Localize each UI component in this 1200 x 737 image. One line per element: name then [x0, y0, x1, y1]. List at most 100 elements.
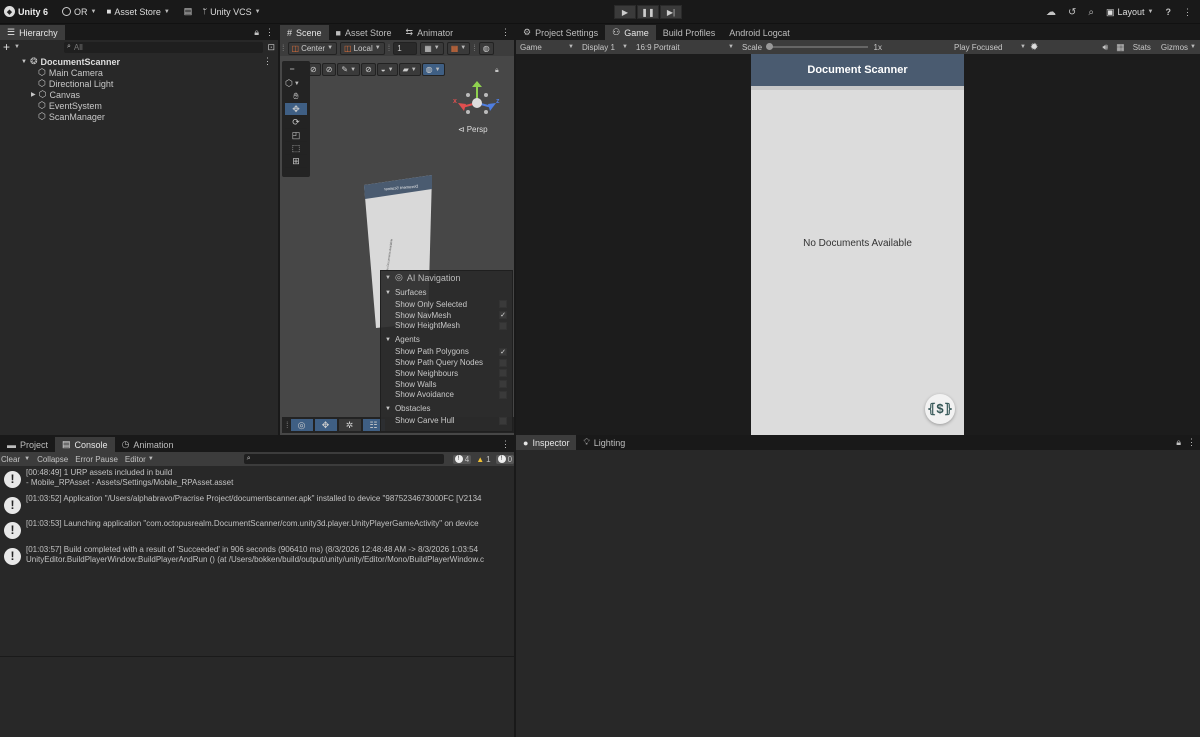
- scale-tool-button[interactable]: ◰: [285, 129, 307, 142]
- nav-option-row[interactable]: Show Walls: [381, 379, 512, 390]
- scan-fab-button[interactable]: ⦃$⦄: [925, 394, 955, 424]
- nav-option-row[interactable]: Show HeightMesh: [381, 321, 512, 332]
- history-icon[interactable]: ↺: [1068, 7, 1076, 18]
- nav-section-header[interactable]: ▼ Surfaces: [381, 286, 512, 299]
- camera-dropdown[interactable]: ▰ ▼: [398, 63, 421, 76]
- effects-dropdown[interactable]: ✎ ▼: [337, 63, 361, 76]
- account-dropdown[interactable]: OR ▼: [57, 0, 101, 24]
- tab-build-profiles[interactable]: Build Profiles: [656, 25, 723, 40]
- collapse-icon[interactable]: ▼: [385, 275, 391, 281]
- scale-slider[interactable]: [766, 43, 868, 50]
- vcs-dropdown[interactable]: ᛘ Unity VCS ▼: [197, 0, 265, 24]
- pivot-dropdown[interactable]: ◫ Center ▼: [287, 41, 338, 55]
- nav-option-checkbox[interactable]: [499, 369, 507, 378]
- nav-option-checkbox[interactable]: [499, 300, 507, 309]
- view-mode-toggle[interactable]: ⬡ ▼: [285, 77, 307, 90]
- layout-dropdown[interactable]: ▣ Layout ▼: [1106, 0, 1154, 24]
- hierarchy-item[interactable]: ⬡ EventSystem: [0, 100, 278, 111]
- orientation-button[interactable]: ◍: [478, 41, 494, 55]
- transform-tool-button[interactable]: ⊞: [285, 155, 307, 168]
- tab-console[interactable]: ▤ Console: [55, 437, 115, 452]
- tab-scene[interactable]: # Scene: [280, 25, 329, 40]
- nav-option-checkbox[interactable]: [499, 416, 507, 425]
- clear-dropdown[interactable]: Clear ▼: [1, 455, 30, 464]
- display-dropdown[interactable]: Display 1 ▼: [578, 41, 632, 54]
- more-icon[interactable]: ⋮: [263, 56, 272, 67]
- log-entry[interactable]: ! [00:48:49] 1 URP assets included in bu…: [0, 468, 514, 494]
- grid-snap-dropdown[interactable]: ▦ ▼: [420, 41, 444, 55]
- more-icon[interactable]: ⋮: [501, 439, 510, 450]
- chevron-down-icon[interactable]: ▼: [14, 44, 20, 50]
- audio-icon[interactable]: 🔊︎: [1103, 42, 1109, 53]
- collapse-toggle[interactable]: Collapse: [37, 455, 68, 464]
- nav-option-checkbox[interactable]: [499, 390, 507, 399]
- hidden-toggle[interactable]: ⊘: [361, 63, 376, 76]
- settings-icon[interactable]: ⋮: [1183, 7, 1192, 18]
- tab-inspector[interactable]: ● Inspector: [516, 435, 577, 450]
- aspect-dropdown[interactable]: 16:9 Portrait ▼: [632, 41, 738, 54]
- console-search[interactable]: ⌕: [243, 454, 444, 464]
- nav-option-checkbox[interactable]: [499, 380, 507, 389]
- nav-option-checkbox[interactable]: ✓: [499, 347, 507, 356]
- log-entry[interactable]: ! [01:03:52] Application "/Users/alphabr…: [0, 494, 514, 520]
- snap-dropdown[interactable]: ▦ ▼: [446, 41, 471, 55]
- display-mode-dropdown[interactable]: Game ▼: [516, 41, 578, 54]
- nav-section-header[interactable]: ▼ Agents: [381, 333, 512, 346]
- console-detail-divider[interactable]: [0, 656, 514, 657]
- more-icon[interactable]: ⋮: [1187, 437, 1196, 448]
- tab-project[interactable]: ▬ Project: [0, 437, 55, 452]
- grid-size-input[interactable]: 1: [393, 41, 418, 55]
- hierarchy-item[interactable]: ▶ ⬡ Canvas: [0, 89, 278, 100]
- probe-button[interactable]: ✲: [338, 419, 361, 431]
- unity-logo-button[interactable]: ◆ Unity 6: [0, 0, 53, 24]
- lock-icon[interactable]: 🔒︎: [495, 67, 499, 75]
- audio-toggle[interactable]: ⊘: [321, 63, 337, 76]
- hierarchy-item[interactable]: ⬡ ScanManager: [0, 111, 278, 122]
- persp-toggle[interactable]: ⊲ Persp: [458, 125, 488, 134]
- nav-option-row[interactable]: Show Avoidance: [381, 390, 512, 401]
- help-icon[interactable]: ?: [1166, 7, 1172, 17]
- add-icon[interactable]: +: [3, 40, 10, 54]
- gizmos-dropdown[interactable]: Gizmos ▼: [1157, 41, 1200, 54]
- move-overlay-button[interactable]: ✥: [314, 419, 337, 431]
- gizmos-dropdown[interactable]: ◍ ▼: [421, 63, 445, 76]
- game-screen[interactable]: Document Scanner No Documents Available …: [751, 54, 964, 435]
- asset-store-dropdown[interactable]: ■ Asset Store ▼: [101, 0, 174, 24]
- lock-icon[interactable]: 🔒︎: [1176, 437, 1181, 448]
- nav-option-row[interactable]: Show Neighbours: [381, 368, 512, 379]
- info-count-toggle[interactable]: ! 4: [452, 454, 472, 464]
- nav-option-checkbox[interactable]: [499, 321, 507, 330]
- rotate-tool-button[interactable]: ⟳: [285, 116, 307, 129]
- tab-game[interactable]: ⚇ Game: [605, 25, 656, 40]
- nav-option-row[interactable]: Show Only Selected: [381, 299, 512, 310]
- expand-arrow-icon[interactable]: ▶: [31, 91, 36, 98]
- pause-button[interactable]: ❚❚: [637, 5, 659, 19]
- hierarchy-search[interactable]: ⌕ All: [63, 41, 264, 53]
- error-count-toggle[interactable]: ! 0: [495, 454, 515, 464]
- more-icon[interactable]: ⋮: [501, 27, 510, 38]
- more-icon[interactable]: ⋮: [265, 27, 274, 38]
- fullscreen-icon[interactable]: ▦: [1116, 42, 1125, 53]
- search-icon[interactable]: ⌕: [1088, 7, 1094, 18]
- nav-option-checkbox[interactable]: [499, 358, 507, 367]
- tab-animator[interactable]: ⇆ Animator: [399, 25, 461, 40]
- package-button[interactable]: ▤: [179, 0, 198, 24]
- tab-lighting[interactable]: 💡︎ Lighting: [576, 435, 632, 450]
- play-button[interactable]: ▶: [614, 5, 636, 19]
- play-mode-dropdown[interactable]: Play Focused ▼: [950, 41, 1030, 54]
- warning-count-toggle[interactable]: ▲ 1: [474, 455, 492, 464]
- scene-visibility-icon[interactable]: ⊡: [267, 42, 275, 53]
- tab-asset-store[interactable]: ■ Asset Store: [329, 25, 399, 40]
- tab-animation[interactable]: ◷ Animation: [115, 437, 181, 452]
- stats-button[interactable]: Stats: [1133, 43, 1151, 52]
- tab-android-logcat[interactable]: Android Logcat: [722, 25, 797, 40]
- draw-mode-dropdown[interactable]: ◒ ▼: [376, 63, 398, 76]
- hierarchy-scene-row[interactable]: ▼ ❂ DocumentScanner ⋮: [0, 56, 278, 67]
- step-button[interactable]: ▶|: [660, 5, 682, 19]
- editor-dropdown[interactable]: Editor ▼: [125, 455, 154, 464]
- nav-section-header[interactable]: ▼ Obstacles: [381, 402, 512, 415]
- nav-option-row[interactable]: Show Path Query Nodes: [381, 357, 512, 368]
- log-entry[interactable]: ! [01:03:53] Launching application "com.…: [0, 519, 514, 545]
- tab-project-settings[interactable]: ⚙ Project Settings: [516, 25, 605, 40]
- nav-option-checkbox[interactable]: ✓: [499, 311, 507, 320]
